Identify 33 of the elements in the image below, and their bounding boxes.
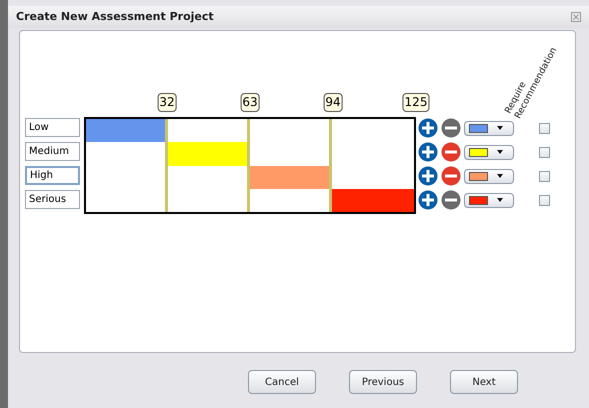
window-title: Create New Assessment Project xyxy=(16,8,214,25)
level-bar[interactable] xyxy=(86,119,165,142)
threshold-label[interactable]: 63 xyxy=(240,93,260,112)
color-dropdown[interactable] xyxy=(464,168,514,184)
level-name-field[interactable]: Serious xyxy=(25,190,80,209)
caret-icon xyxy=(497,174,503,178)
checkbox[interactable] xyxy=(539,170,550,182)
checkbox[interactable] xyxy=(539,194,550,206)
checkbox[interactable] xyxy=(539,146,550,158)
threshold-label[interactable]: 32 xyxy=(157,93,177,112)
color-dropdown[interactable] xyxy=(464,120,514,136)
level-name-field[interactable]: Medium xyxy=(25,142,80,161)
caret-icon xyxy=(497,150,503,154)
color-dropdown[interactable] xyxy=(464,192,514,208)
threshold-label[interactable]: 94 xyxy=(323,93,343,112)
close-icon[interactable] xyxy=(571,12,581,22)
add-icon[interactable] xyxy=(418,142,438,162)
caret-icon xyxy=(497,198,503,202)
add-icon[interactable] xyxy=(418,118,438,138)
add-icon[interactable] xyxy=(418,190,438,210)
color-dropdown[interactable] xyxy=(464,144,514,160)
dialog-button[interactable]: Next xyxy=(450,370,518,394)
checkbox[interactable] xyxy=(539,122,550,134)
threshold-label[interactable]: 125 xyxy=(402,93,430,112)
remove-icon[interactable] xyxy=(441,166,461,186)
level-name-field[interactable]: High xyxy=(25,166,80,185)
level-name-field[interactable]: Low xyxy=(25,118,80,137)
dialog-button[interactable]: Previous xyxy=(349,370,417,394)
dialog-button[interactable]: Cancel xyxy=(248,370,316,394)
level-bar[interactable] xyxy=(332,188,414,212)
add-icon[interactable] xyxy=(418,166,438,186)
caret-icon xyxy=(497,126,503,130)
remove-icon[interactable] xyxy=(441,142,461,162)
